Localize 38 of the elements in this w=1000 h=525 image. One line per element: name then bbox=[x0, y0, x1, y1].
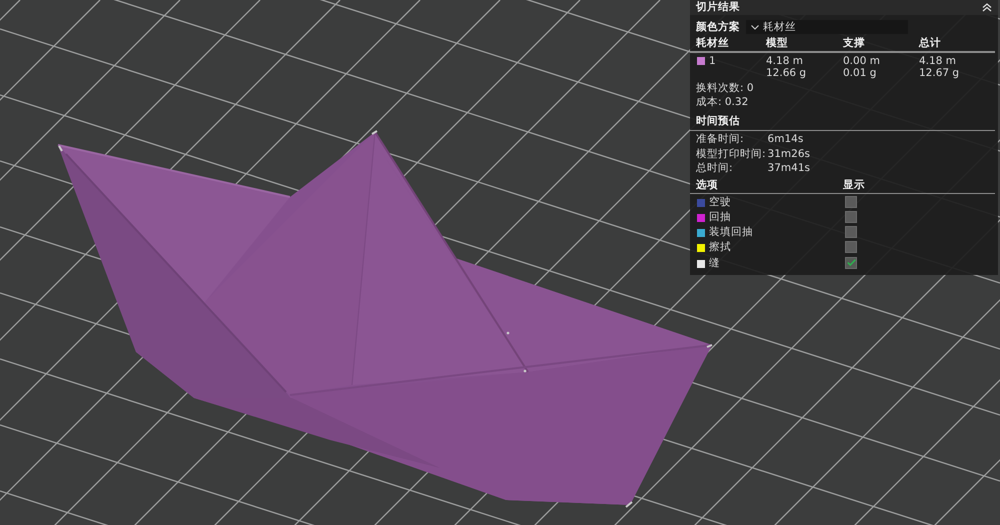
visibility-checkbox[interactable] bbox=[845, 256, 857, 269]
checkmark-icon bbox=[846, 259, 856, 266]
section-title: 时间预估 bbox=[696, 114, 741, 128]
table-cell-text: 4.18 m bbox=[919, 54, 957, 67]
table-cell-text: 12.66 g bbox=[766, 67, 808, 80]
time-value: 6m14s bbox=[768, 132, 804, 146]
column-header: 耗材丝 bbox=[696, 37, 730, 50]
column-header: 显示 bbox=[843, 178, 866, 192]
color-scheme-dropdown[interactable]: 耗材丝 bbox=[746, 20, 908, 34]
option-label: 空驶 bbox=[709, 194, 731, 209]
filament-number: 1 bbox=[709, 54, 716, 67]
time-value: 37m41s bbox=[768, 161, 811, 176]
column-header: 模型 bbox=[766, 37, 789, 50]
option-label: 回抽 bbox=[709, 210, 731, 224]
table-cell-text: 4.18 m bbox=[766, 54, 804, 67]
chevron-down-icon bbox=[751, 24, 759, 30]
visibility-checkbox[interactable] bbox=[845, 241, 857, 254]
table-cell-text: 12.67 g bbox=[919, 67, 960, 80]
option-label: 缝 bbox=[709, 256, 720, 270]
option-label: 装填回抽 bbox=[709, 225, 753, 240]
visibility-checkbox[interactable] bbox=[845, 226, 857, 238]
double-chevron-up-icon[interactable] bbox=[982, 3, 992, 12]
time-label: 准备时间: bbox=[696, 132, 745, 146]
table-cell-text: 0.00 m bbox=[843, 54, 881, 67]
visibility-checkbox[interactable] bbox=[845, 210, 857, 223]
table-cell-text: 0.01 g bbox=[843, 67, 878, 80]
column-header: 选项 bbox=[696, 178, 719, 192]
summary-text: 换料次数: 0 bbox=[696, 80, 755, 94]
panel-title: 切片结果 bbox=[696, 0, 740, 15]
time-label: 模型打印时间: bbox=[696, 146, 766, 161]
time-value: 31m26s bbox=[768, 146, 811, 161]
summary-text: 成本: 0.32 bbox=[696, 94, 750, 108]
time-label: 总时间: bbox=[696, 161, 734, 176]
column-header: 支撑 bbox=[843, 37, 866, 50]
color-scheme-label: 颜色方案 bbox=[696, 20, 740, 34]
column-header: 总计 bbox=[919, 37, 942, 50]
option-label: 擦拭 bbox=[709, 240, 731, 254]
visibility-checkbox[interactable] bbox=[845, 196, 857, 208]
